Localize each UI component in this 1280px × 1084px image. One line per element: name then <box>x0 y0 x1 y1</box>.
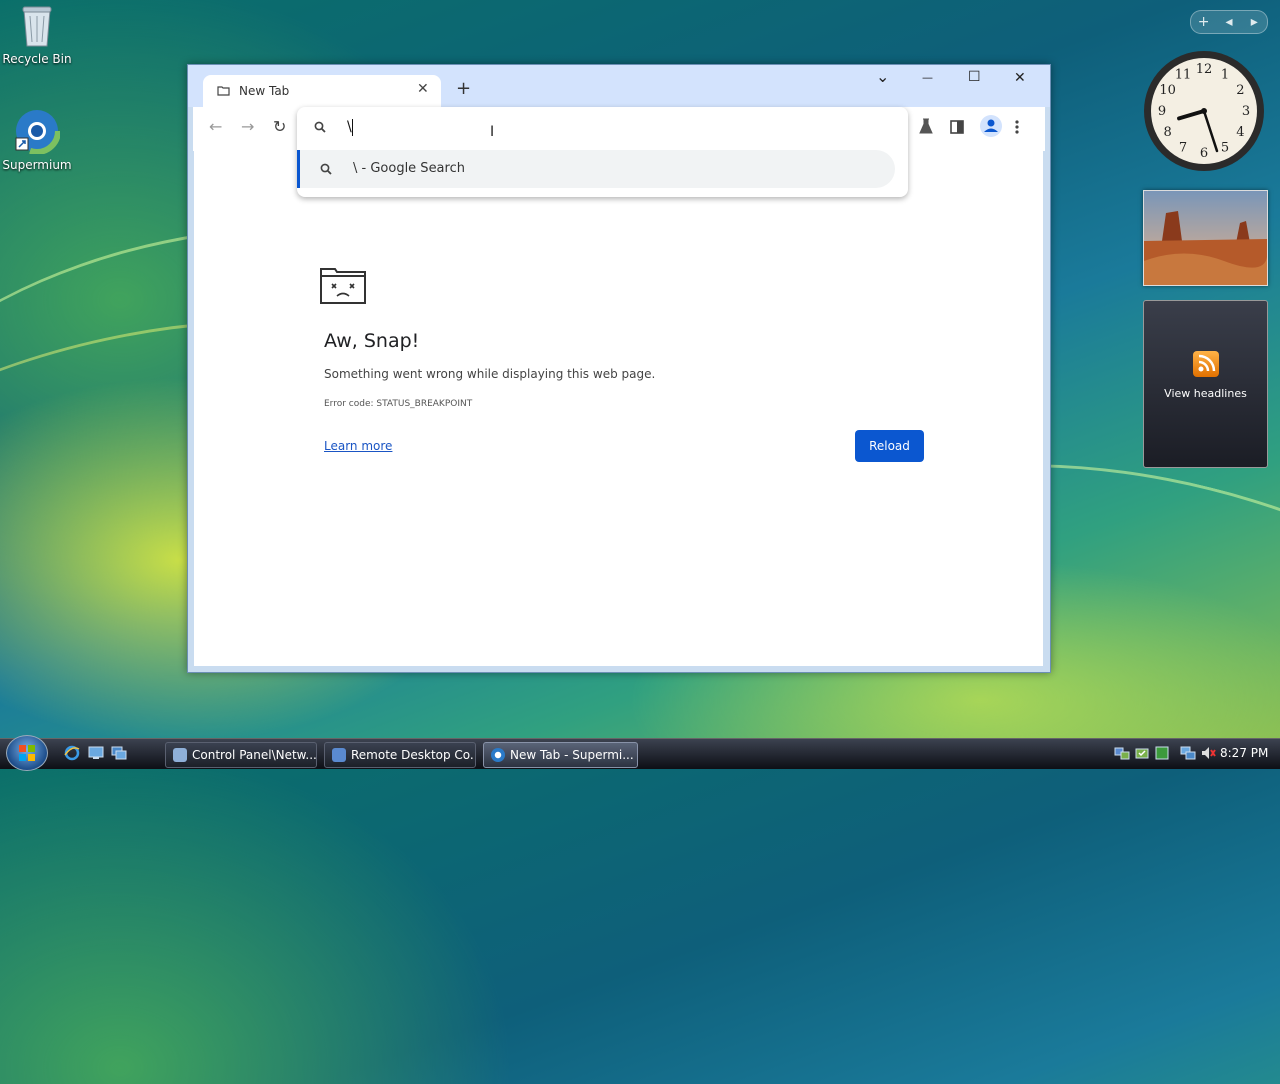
clock-number: 9 <box>1158 104 1166 119</box>
new-tab-button[interactable]: + <box>456 78 471 99</box>
taskbar-button-label: Control Panel\Netw... <box>192 748 317 762</box>
omnibox-popup: \ I \ - Google Search <box>297 107 908 197</box>
feed-headlines-gadget[interactable]: View headlines <box>1143 300 1268 468</box>
view-headlines-label: View headlines <box>1164 387 1247 400</box>
network-connection-icon[interactable] <box>1180 745 1196 764</box>
taskbar-button-new-tab[interactable]: New Tab - Supermi... <box>483 742 638 768</box>
clock-time[interactable]: 8:27 PM <box>1220 746 1268 760</box>
clock-number: 1 <box>1221 68 1229 83</box>
tab-search-button[interactable]: ⌄ <box>876 67 889 86</box>
taskbar-button-control-panel[interactable]: Control Panel\Netw... <box>165 742 317 768</box>
safely-remove-icon[interactable] <box>1134 745 1150 764</box>
rss-icon <box>1193 351 1219 377</box>
supermium-icon <box>491 748 505 762</box>
taskbar-button-label: Remote Desktop Co... <box>351 748 476 762</box>
desktop-icon-recycle-bin[interactable]: Recycle Bin <box>0 4 77 66</box>
start-button[interactable] <box>6 735 48 771</box>
slideshow-gadget[interactable] <box>1143 190 1268 286</box>
reload-button[interactable]: Reload <box>855 430 924 462</box>
menu-kebab-icon[interactable] <box>1015 119 1019 138</box>
omnibox-suggestion[interactable]: \ - Google Search <box>297 150 895 188</box>
labs-icon[interactable] <box>919 118 933 138</box>
clock-number: 4 <box>1236 125 1244 140</box>
taskbar-button-label: New Tab - Supermi... <box>510 748 634 762</box>
text-cursor <box>352 119 353 136</box>
clock-number: 11 <box>1175 68 1192 83</box>
windows-logo-icon <box>19 745 35 761</box>
clock-number: 8 <box>1163 125 1171 140</box>
maximize-button[interactable]: ☐ <box>968 69 981 85</box>
search-icon <box>314 121 326 136</box>
taskbar: Control Panel\Netw... Remote Desktop Co.… <box>0 735 1280 771</box>
profile-avatar-icon[interactable] <box>980 115 1002 141</box>
volume-muted-icon[interactable] <box>1200 745 1216 764</box>
side-panel-icon[interactable] <box>950 119 964 138</box>
sad-folder-icon <box>319 265 367 308</box>
clock-number: 7 <box>1179 140 1187 155</box>
clock-number: 3 <box>1242 104 1250 119</box>
forward-icon[interactable]: → <box>241 117 254 136</box>
gadget-next-button[interactable]: ▸ <box>1242 14 1267 30</box>
close-window-button[interactable]: ✕ <box>1014 70 1026 86</box>
address-bar-input[interactable]: \ <box>347 119 352 135</box>
system-tray: 8:27 PM <box>1110 742 1280 766</box>
show-desktop-icon[interactable] <box>88 746 104 763</box>
windows-security-icon[interactable] <box>1154 745 1170 764</box>
clock-number: 2 <box>1236 83 1244 98</box>
gadget-prev-button[interactable]: ◂ <box>1216 14 1241 30</box>
error-title: Aw, Snap! <box>324 330 420 352</box>
error-message: Something went wrong while displaying th… <box>324 367 656 381</box>
switch-windows-icon[interactable] <box>111 746 127 763</box>
taskbar-button-remote-desktop[interactable]: Remote Desktop Co... <box>324 742 476 768</box>
network-icon[interactable] <box>1114 745 1130 764</box>
error-page: Aw, Snap! Something went wrong while dis… <box>194 151 1043 666</box>
desktop-icon-label: Supermium <box>2 158 72 172</box>
gadget-toolbar: + ◂ ▸ <box>1190 10 1268 34</box>
minimize-button[interactable]: — <box>922 71 933 84</box>
add-gadget-button[interactable]: + <box>1191 14 1216 30</box>
desktop-icon-supermium[interactable]: Supermium <box>0 107 77 172</box>
tab-new-tab[interactable]: New Tab ✕ <box>203 75 441 107</box>
title-bar: New Tab ✕ + ⌄ — ☐ ✕ <box>188 65 1050 107</box>
remote-desktop-icon <box>332 748 346 762</box>
suggestion-text: \ - Google Search <box>353 161 465 176</box>
supermium-icon <box>13 107 61 155</box>
clock-number: 5 <box>1221 140 1229 155</box>
tab-close-icon[interactable]: ✕ <box>417 81 429 97</box>
reload-icon[interactable]: ↻ <box>273 117 286 136</box>
mouse-ibeam-cursor: I <box>490 124 495 140</box>
clock-gadget[interactable]: 12 1 2 3 4 5 6 7 8 9 10 11 <box>1142 49 1266 173</box>
clock-number: 12 <box>1196 62 1213 77</box>
control-panel-icon <box>173 748 187 762</box>
clock-number: 6 <box>1200 146 1208 161</box>
desktop-icon-label: Recycle Bin <box>2 52 72 66</box>
recycle-bin-icon <box>20 4 54 48</box>
tab-title: New Tab <box>239 84 290 98</box>
error-code: Error code: STATUS_BREAKPOINT <box>324 399 473 409</box>
search-icon <box>320 163 332 178</box>
internet-explorer-icon[interactable] <box>64 745 80 764</box>
sad-tab-icon <box>217 85 230 96</box>
clock-number: 10 <box>1159 83 1176 98</box>
back-icon[interactable]: ← <box>209 117 222 136</box>
learn-more-link[interactable]: Learn more <box>324 439 392 453</box>
